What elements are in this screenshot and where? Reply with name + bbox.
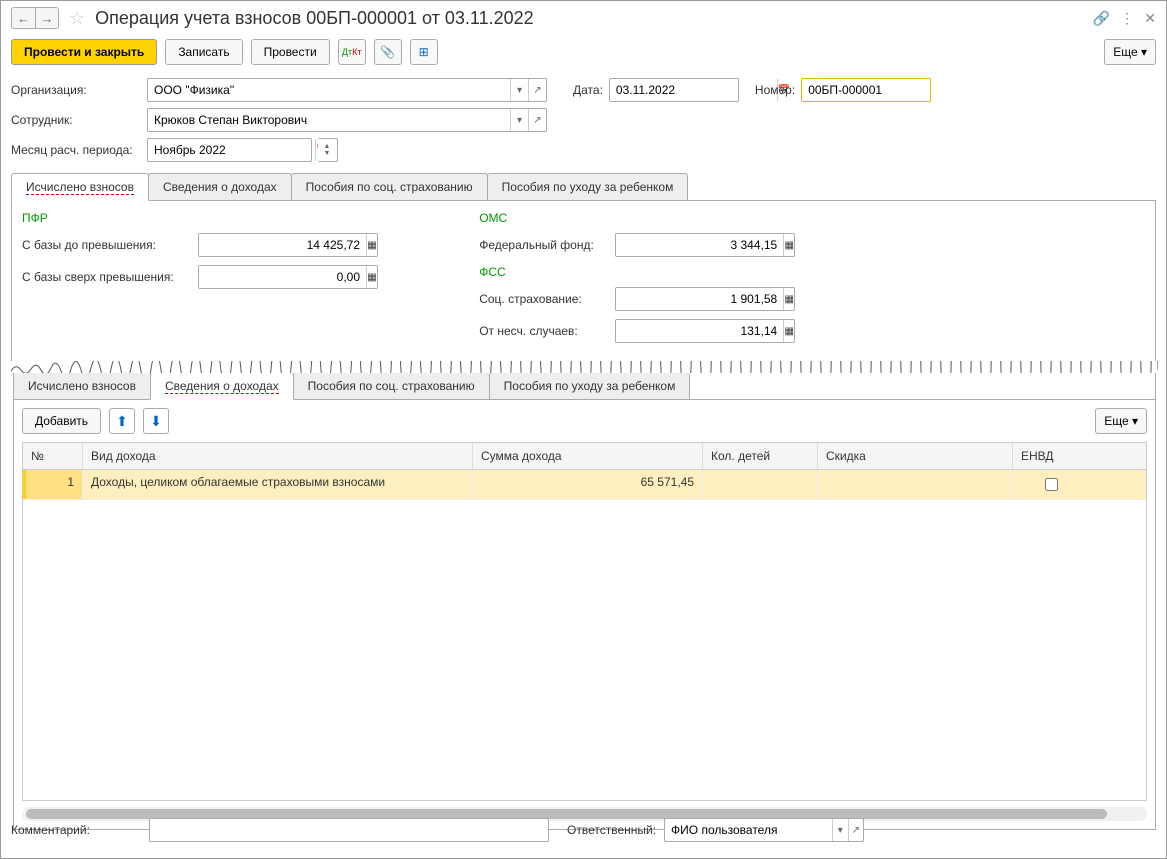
add-row-button[interactable]: Добавить (22, 408, 101, 434)
tab-social-benefits[interactable]: Пособия по соц. страхованию (291, 173, 488, 200)
nav-forward-button[interactable]: → (35, 7, 59, 29)
table-more-button[interactable]: Еще ▾ (1095, 408, 1147, 434)
responsible-label: Ответственный: (567, 823, 656, 837)
post-and-close-button[interactable]: Провести и закрыть (11, 39, 157, 65)
date-label: Дата: (573, 83, 603, 97)
employee-input[interactable] (148, 113, 510, 127)
employee-dropdown-icon[interactable]: ▾ (510, 109, 528, 131)
structure-button[interactable]: ⊞ (410, 39, 438, 65)
tab-calculated[interactable]: Исчислено взносов (11, 173, 149, 201)
nav-back-button[interactable]: ← (11, 7, 35, 29)
org-input[interactable] (148, 83, 510, 97)
fss-acc-input[interactable] (616, 320, 783, 342)
period-stepper[interactable]: ▲▼ (318, 139, 336, 161)
fss-acc-label: От несч. случаев: (479, 324, 609, 338)
calc-icon[interactable]: ▦ (783, 320, 794, 342)
cell-discount[interactable] (818, 470, 1013, 499)
calc-icon[interactable]: ▦ (366, 234, 377, 256)
responsible-open-icon[interactable]: ↗ (848, 819, 864, 841)
number-label: Номер: (755, 83, 795, 97)
tab2-childcare-benefits[interactable]: Пособия по уходу за ребенком (489, 373, 691, 399)
cell-number[interactable]: 1 (23, 470, 83, 499)
tab-income-info[interactable]: Сведения о доходах (148, 173, 292, 200)
move-up-button[interactable]: ⬆ (109, 408, 135, 434)
cell-envd[interactable] (1013, 470, 1088, 499)
oms-fed-label: Федеральный фонд: (479, 238, 609, 252)
more-button[interactable]: Еще ▾ (1104, 39, 1156, 65)
oms-fed-input[interactable] (616, 234, 783, 256)
fss-soc-input[interactable] (616, 288, 783, 310)
link-icon[interactable]: 🔗 (1093, 10, 1110, 27)
close-icon[interactable]: ✕ (1144, 10, 1156, 27)
pfr-title: ПФР (22, 211, 439, 225)
pfr-above-label: С базы сверх превышения: (22, 270, 192, 284)
responsible-dropdown-icon[interactable]: ▾ (832, 819, 848, 841)
calc-icon[interactable]: ▦ (783, 234, 794, 256)
tab-childcare-benefits[interactable]: Пособия по уходу за ребенком (487, 173, 689, 200)
cell-income-sum[interactable]: 65 571,45 (473, 470, 703, 499)
date-input[interactable] (610, 83, 777, 97)
calc-icon[interactable]: ▦ (366, 266, 377, 288)
comment-input[interactable] (150, 823, 548, 837)
number-input[interactable] (802, 83, 969, 97)
responsible-input[interactable] (665, 823, 832, 837)
cell-kids[interactable] (703, 470, 818, 499)
post-button[interactable]: Провести (251, 39, 330, 65)
move-down-button[interactable]: ⬇ (143, 408, 169, 434)
pfr-below-input[interactable] (199, 234, 366, 256)
envd-checkbox[interactable] (1045, 478, 1058, 491)
period-label: Месяц расч. периода: (11, 143, 141, 157)
org-open-icon[interactable]: ↗ (528, 79, 546, 101)
kebab-menu-icon[interactable]: ⋮ (1120, 10, 1134, 27)
employee-open-icon[interactable]: ↗ (528, 109, 546, 131)
fss-soc-label: Соц. страхование: (479, 292, 609, 306)
th-income-sum[interactable]: Сумма дохода (473, 443, 703, 469)
attachment-button[interactable]: 📎 (374, 39, 402, 65)
calc-icon[interactable]: ▦ (783, 288, 794, 310)
dtkt-button[interactable]: ДтКт (338, 39, 366, 65)
employee-label: Сотрудник: (11, 113, 141, 127)
org-dropdown-icon[interactable]: ▾ (510, 79, 528, 101)
th-number[interactable]: № (23, 443, 83, 469)
org-label: Организация: (11, 83, 141, 97)
th-income-type[interactable]: Вид дохода (83, 443, 473, 469)
th-kids-count[interactable]: Кол. детей (703, 443, 818, 469)
table-row[interactable]: 1 Доходы, целиком облагаемые страховыми … (23, 470, 1146, 500)
pfr-above-input[interactable] (199, 266, 366, 288)
oms-title: ОМС (479, 211, 896, 225)
tab2-income-info[interactable]: Сведения о доходах (150, 373, 294, 400)
th-envd[interactable]: ЕНВД (1013, 443, 1088, 469)
tab2-calculated[interactable]: Исчислено взносов (14, 373, 151, 399)
cell-income-type[interactable]: Доходы, целиком облагаемые страховыми вз… (83, 470, 473, 499)
fss-title: ФСС (479, 265, 896, 279)
table-empty-area (23, 500, 1146, 800)
save-button[interactable]: Записать (165, 39, 242, 65)
window-title: Операция учета взносов 00БП-000001 от 03… (95, 8, 1087, 29)
th-discount[interactable]: Скидка (818, 443, 1013, 469)
period-input[interactable] (148, 143, 315, 157)
tab2-social-benefits[interactable]: Пособия по соц. страхованию (293, 373, 490, 399)
comment-label: Комментарий: (11, 823, 141, 837)
favorite-star-icon[interactable]: ☆ (69, 8, 85, 29)
pfr-below-label: С базы до превышения: (22, 238, 192, 252)
